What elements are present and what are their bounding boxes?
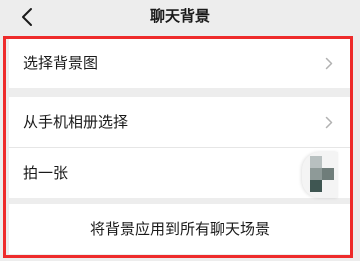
thumbnail-block bbox=[310, 156, 322, 168]
list-group-photo: 从手机相册选择 拍一张 bbox=[9, 97, 351, 198]
choose-background-label: 选择背景图 bbox=[23, 54, 99, 72]
list-group-background: 选择背景图 bbox=[9, 38, 351, 88]
apply-to-all-chats-button[interactable]: 将背景应用到所有聊天场景 bbox=[9, 204, 351, 254]
apply-to-all-chats-label: 将背景应用到所有聊天场景 bbox=[89, 220, 270, 238]
floating-window-thumbnail[interactable] bbox=[302, 152, 338, 198]
thumbnail-block bbox=[310, 180, 322, 192]
thumbnail-block bbox=[310, 168, 322, 180]
choose-background-item[interactable]: 选择背景图 bbox=[9, 38, 351, 88]
take-photo-item[interactable]: 拍一张 bbox=[9, 147, 351, 197]
list-group-apply: 将背景应用到所有聊天场景 bbox=[9, 204, 351, 254]
choose-from-album-item[interactable]: 从手机相册选择 bbox=[9, 97, 351, 147]
choose-from-album-label: 从手机相册选择 bbox=[23, 113, 129, 131]
chevron-right-icon bbox=[325, 57, 333, 70]
chevron-right-icon bbox=[325, 116, 333, 129]
navigation-bar: 聊天背景 bbox=[0, 0, 360, 34]
take-photo-label: 拍一张 bbox=[23, 164, 69, 182]
thumbnail-block bbox=[322, 168, 334, 180]
page-title: 聊天背景 bbox=[149, 7, 210, 25]
